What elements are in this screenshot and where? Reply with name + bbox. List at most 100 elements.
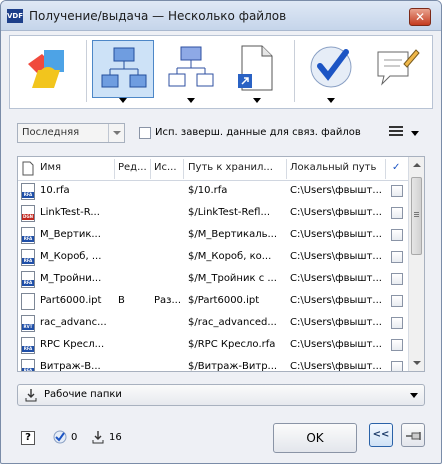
row-checkbox[interactable] [391,339,403,351]
table-row[interactable]: RFA M_Тройни... $/M_Тройник с ... C:\Users\… [18,269,408,291]
cell-revision: B [118,295,125,306]
cell-local-path: C:\Users\фвышт... [290,207,382,218]
row-checkbox[interactable] [391,295,403,307]
chevron-down-icon[interactable] [410,393,418,398]
title-bar: VDF Получение/выдача — Несколько файлов … [1,1,441,31]
version-select[interactable]: Последняя [17,123,125,143]
pin-icon [406,432,421,440]
network-view-button-active[interactable] [92,40,154,98]
chevron-down-icon[interactable] [108,124,124,142]
3d-shapes-icon [28,50,64,88]
cell-vault-path: $/M_Тройник с ... [188,273,277,284]
close-button[interactable]: ✕ [409,8,431,26]
row-checkbox[interactable] [391,251,403,263]
cell-vault-path: $/rac_advanced... [188,317,277,328]
scroll-down-icon[interactable] [413,361,421,365]
footer: ? 0 16 OK << [9,419,433,459]
rfa-file-icon: RFA [21,227,35,244]
row-checkbox[interactable] [391,317,403,329]
cell-local-path: C:\Users\фвышт... [290,229,382,240]
network-view-button[interactable] [160,40,222,98]
list-options-icon[interactable] [389,126,403,138]
cell-name: M_Вертик... [40,229,101,240]
chevron-down-icon[interactable] [119,98,127,103]
header-state[interactable]: Ис... [154,162,180,173]
table-row[interactable]: RFA Витраж-В... $/Витраж-Витр... C:\Users\ф… [18,357,408,372]
cell-state: Раз... [154,295,182,306]
download-count: 16 [109,432,122,443]
chevron-down-icon[interactable] [253,98,261,103]
dialog-window: VDF Получение/выдача — Несколько файлов … [0,0,442,464]
ok-button[interactable]: OK [273,423,357,453]
collapse-button[interactable]: << [369,423,393,447]
dgn-file-icon: DGN [21,205,35,222]
cell-vault-path: $/M_Вертикаль... [188,229,278,240]
rvt-file-icon: RVT [21,315,35,332]
scroll-thumb[interactable] [411,177,422,255]
chevron-down-icon[interactable] [411,131,419,136]
row-checkbox[interactable] [391,229,403,241]
comment-button[interactable] [366,40,428,98]
header-revision[interactable]: Ред... [118,162,146,173]
cell-name: rac_advanc... [40,317,107,328]
cell-vault-path: $/Витраж-Витр... [188,361,278,372]
cell-name: Part6000.ipt [40,295,102,306]
cell-vault-path: $/LinkTest-Refl... [188,207,270,218]
cell-vault-path: $/M_Короб, ко... [188,251,272,262]
scroll-up-icon[interactable] [413,163,421,167]
cell-local-path: C:\Users\фвышт... [290,251,382,262]
header-local-path[interactable]: Локальный путь [290,162,382,173]
table-row[interactable]: Part6000.ipt B Раз... $/Part6000.ipt C:\User… [18,291,408,313]
table-row[interactable]: RFA 10.rfa $/10.rfa C:\Users\фвышт... [18,181,408,203]
checked-count: 0 [71,432,78,443]
cell-local-path: C:\Users\фвышт... [290,185,382,196]
row-checkbox[interactable] [391,273,403,285]
cell-name: 10.rfa [40,185,70,196]
header-name[interactable]: Имя [40,162,110,173]
header-check[interactable]: ✓ [392,162,404,173]
cell-local-path: C:\Users\фвышт... [290,317,382,328]
help-icon[interactable]: ? [21,431,35,445]
toolbar [9,35,433,109]
check-in-button[interactable] [300,40,362,98]
table-row[interactable]: RFA M_Вертик... $/M_Вертикаль... C:\Users\ф… [18,225,408,247]
rfa-file-icon: RFA [21,271,35,288]
table-header: Имя Ред... Ис... Путь к хранил... Локаль… [18,157,408,181]
pin-button[interactable] [401,423,425,447]
table-row[interactable]: DGN LinkTest-R... $/LinkTest-Refl... C:\Use… [18,203,408,225]
chevron-down-icon[interactable] [187,98,195,103]
rfa-file-icon: RFA [21,359,35,371]
use-released-data-checkbox[interactable] [139,127,151,139]
cell-name: M_Короб, ... [40,251,102,262]
table-row[interactable]: RFA M_Короб, ... $/M_Короб, ко... C:\Users\… [18,247,408,269]
header-vault-path[interactable]: Путь к хранил... [188,162,284,173]
network-active-icon [101,47,147,88]
document-shortcut-icon [238,45,273,91]
network-icon [168,46,214,87]
checkmark-icon [310,46,352,88]
cell-vault-path: $/10.rfa [188,185,228,196]
cell-name: RPC Кресл... [40,339,105,350]
vertical-scrollbar[interactable] [408,157,424,371]
note-edit-icon [377,49,420,86]
checked-count-icon [53,430,67,444]
table-row[interactable]: RVT rac_advanc... $/rac_advanced... C:\User… [18,313,408,335]
workfolders-bar[interactable]: Рабочие папки [17,384,425,406]
file-header-icon [22,161,34,176]
cell-vault-path: $/RPC Кресло.rfa [188,339,276,350]
ipt-file-icon [21,293,35,310]
chevron-down-icon[interactable] [327,98,335,103]
document-shortcut-button[interactable] [226,40,288,98]
workfolders-label: Рабочие папки [44,389,122,400]
row-checkbox[interactable] [391,361,403,371]
rfa-file-icon: RFA [21,249,35,266]
3d-shapes-button[interactable] [16,40,78,98]
cell-local-path: C:\Users\фвышт... [290,273,382,284]
row-checkbox[interactable] [391,185,403,197]
rfa-file-icon: RFA [21,337,35,354]
table-row[interactable]: RFA RPC Кресл... $/RPC Кресло.rfa C:\Users\… [18,335,408,357]
options-row: Последняя Исп. заверш. данные для связ. … [17,123,429,145]
download-count-icon [92,431,104,444]
use-released-data-label: Исп. заверш. данные для связ. файлов [155,127,361,138]
row-checkbox[interactable] [391,207,403,219]
